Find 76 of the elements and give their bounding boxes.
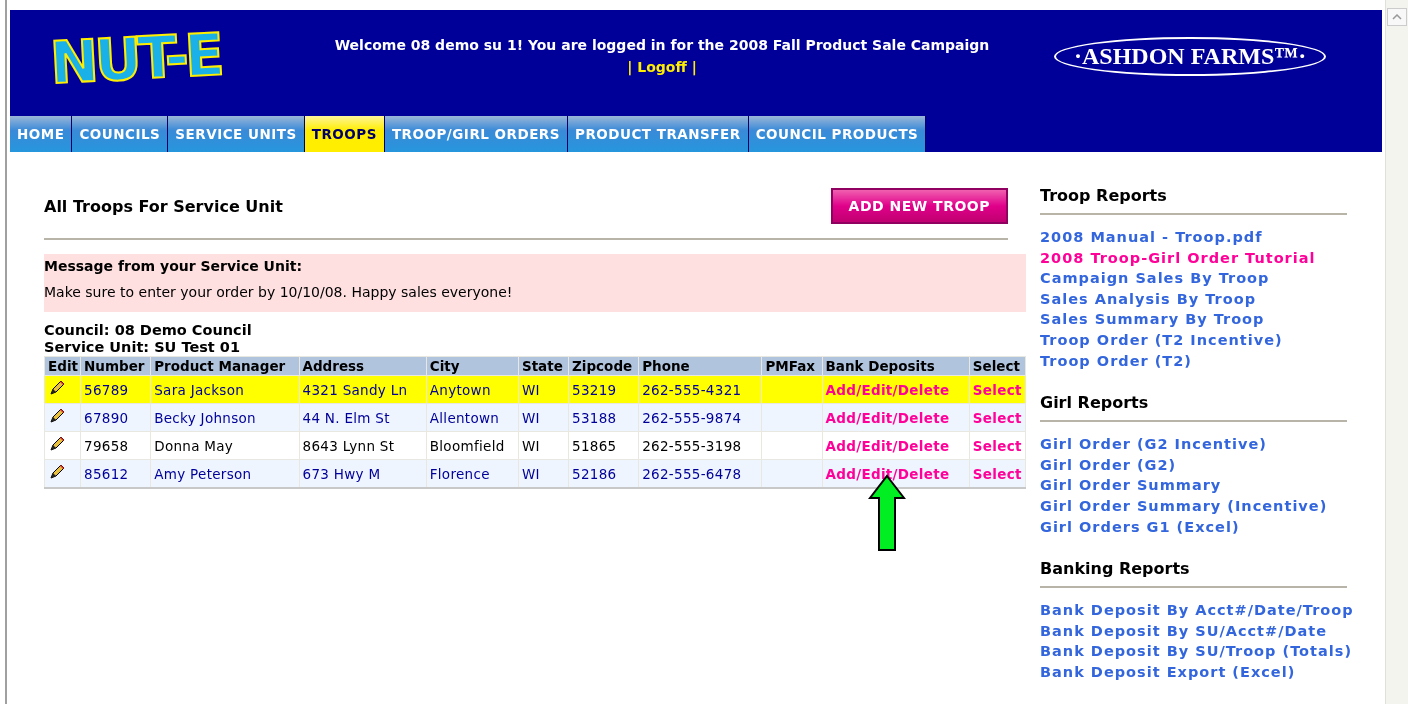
section-title: Troop Reports [1040,186,1347,215]
nav-tab[interactable]: COUNCIL PRODUCTS [748,116,927,152]
column-header: Zipcode [568,356,639,376]
report-link[interactable]: Sales Summary By Troop [1040,309,1265,330]
section-title: Girl Reports [1040,393,1347,423]
column-header: State [518,356,569,376]
column-header: PMFax [761,356,823,376]
table-cell: 53219 [568,375,639,404]
report-link[interactable]: 2008 Manual - Troop.pdf [1040,227,1263,248]
table-cell: 52186 [568,459,639,488]
table-cell: 56789 [80,375,151,404]
column-header: Select [969,356,1026,376]
table-cell: 51865 [568,431,639,460]
column-header: Number [80,356,151,376]
report-link[interactable]: Bank Deposit By SU/Troop (Totals) [1040,641,1352,662]
table-cell: 262-555-6478 [638,459,762,488]
nav-tab[interactable]: COUNCILS [72,116,169,152]
table-cell: Allentown [426,403,519,432]
nav-tab[interactable]: TROOPS [304,116,385,152]
column-header: Phone [638,356,762,376]
pencil-icon[interactable] [48,407,66,425]
pencil-icon[interactable] [48,379,66,397]
table-cell: 8643 Lynn St [299,431,427,460]
logo: NUT-E [48,19,224,98]
table-cell: 262-555-4321 [638,375,762,404]
pencil-icon[interactable] [48,435,66,453]
table-cell: 53188 [568,403,639,432]
nav-tab[interactable]: PRODUCT TRANSFER [568,116,749,152]
message-title: Message from your Service Unit: [44,258,303,274]
table-cell: Anytown [426,375,519,404]
table-cell: Becky Johnson [150,403,299,432]
brand-logo: ·ASHDON FARMS™· [1054,37,1327,76]
table-cell: Florence [426,459,519,488]
table-cell: Donna May [150,431,299,460]
nav-tab[interactable]: TROOP/GIRL ORDERS [384,116,568,152]
nav-tab[interactable]: HOME [10,116,73,152]
report-link[interactable]: Troop Order (T2) [1040,350,1192,372]
column-header: Product Manager [150,356,299,376]
report-link[interactable]: 2008 Troop-Girl Order Tutorial [1040,247,1316,269]
section-title: Banking Reports [1040,559,1347,589]
table-cell: 79658 [80,431,151,460]
message-text: Make sure to enter your order by 10/10/08. Happy sales everyone! [44,284,514,300]
add-troop-button[interactable]: ADD NEW TROOP [830,188,1008,224]
report-link[interactable]: Bank Deposit Export (Excel) [1040,661,1296,683]
report-link[interactable]: Bank Deposit By Acct#/Date/Troop [1040,600,1354,621]
report-link[interactable]: Girl Orders G1 (Excel) [1040,516,1240,538]
report-link[interactable]: Sales Analysis By Troop [1040,288,1257,310]
report-link[interactable]: Girl Order (G2 Incentive) [1040,434,1267,455]
table-cell: Amy Peterson [150,459,299,488]
table-cell: 262-555-3198 [638,431,762,460]
column-header: Bank Deposits [822,356,970,376]
report-link[interactable]: Girl Order Summary (Incentive) [1040,495,1328,517]
chevron-up-icon [1392,14,1402,20]
page-title: All Troops For Service Unit [44,196,283,216]
report-link[interactable]: Bank Deposit By SU/Acct#/Date [1040,620,1328,642]
council-label: Council: 08 Demo Council [44,322,253,339]
table-cell: Sara Jackson [150,375,299,404]
table-cell: 4321 Sandy Ln [299,375,427,404]
table-cell: 44 N. Elm St [299,403,427,432]
table-cell: 673 Hwy M [299,459,427,488]
nav-tab[interactable]: SERVICE UNITS [168,116,305,152]
logoff-link[interactable]: | Logoff | [627,59,697,75]
service-unit-label: Service Unit: SU Test 01 [44,339,242,356]
column-header: City [426,356,519,376]
report-link[interactable]: Girl Order (G2) [1040,454,1177,476]
welcome-message: Welcome 08 demo su 1! You are logged in for the 2008 Fall Product Sale Campaign [334,37,990,53]
report-link[interactable]: Girl Order Summary [1040,475,1222,496]
table-cell: 262-555-9874 [638,403,762,432]
column-header: Address [299,356,427,376]
report-link[interactable]: Campaign Sales By Troop [1040,268,1270,289]
pencil-icon[interactable] [48,463,66,481]
table-cell: Bloomfield [426,431,519,460]
report-link[interactable]: Troop Order (T2 Incentive) [1040,329,1283,351]
table-cell: 67890 [80,403,151,432]
table-cell: 85612 [80,459,151,488]
column-header: Edit [44,356,81,376]
